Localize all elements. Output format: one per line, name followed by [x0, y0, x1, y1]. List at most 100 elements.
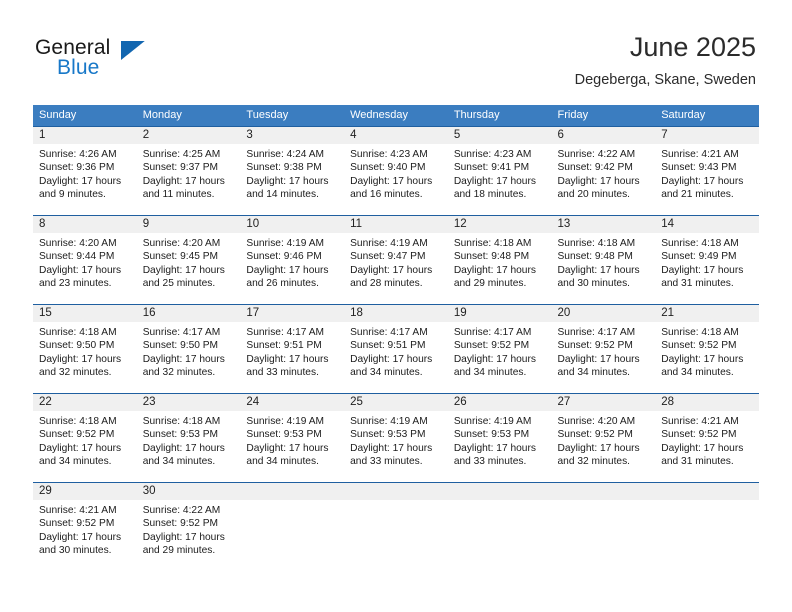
sunrise-text: Sunrise: 4:22 AM — [142, 505, 221, 516]
location-subtitle: Degeberga, Skane, Sweden — [574, 72, 756, 88]
daylight-text-line1: Daylight: 17 hours — [39, 531, 122, 543]
sunset-text: Sunset: 9:50 PM — [39, 340, 115, 352]
day-cell[interactable]: 21 Sunrise: 4:18 AM Sunset: 9:52 PM Dayligh… — [655, 304, 759, 394]
day-cell[interactable]: 1 Sunrise: 4:26 AM Sunset: 9:36 PM Daylight… — [33, 126, 137, 216]
daylight-text-line1: Daylight: 17 hours — [453, 264, 536, 276]
day-cell[interactable]: 16 Sunrise: 4:17 AM Sunset: 9:50 PM Dayligh… — [136, 304, 241, 394]
day-number: 9 — [136, 216, 241, 233]
sunset-text: Sunset: 9:36 PM — [39, 162, 115, 174]
sunset-text: Sunset: 9:40 PM — [350, 162, 426, 174]
day-cell[interactable]: 30 Sunrise: 4:22 AM Sunset: 9:52 PM Dayligh… — [136, 482, 241, 571]
day-cell[interactable]: 8 Sunrise: 4:20 AM Sunset: 9:44 PM Daylight… — [33, 215, 137, 305]
daylight-text-line2: and 33 minutes. — [350, 455, 423, 467]
sunset-text: Sunset: 9:37 PM — [142, 162, 219, 174]
daylight-text-line2: and 21 minutes. — [661, 188, 734, 200]
day-cell[interactable]: 17 Sunrise: 4:17 AM Sunset: 9:51 PM Dayligh… — [240, 304, 345, 394]
day-cell[interactable]: 19 Sunrise: 4:17 AM Sunset: 9:52 PM Dayligh… — [447, 304, 552, 394]
sunrise-text: Sunrise: 4:18 AM — [39, 327, 117, 338]
day-cell[interactable]: 15 Sunrise: 4:18 AM Sunset: 9:50 PM Dayligh… — [33, 304, 137, 394]
day-cell[interactable]: 23 Sunrise: 4:18 AM Sunset: 9:53 PM Dayligh… — [136, 393, 241, 483]
day-number: 7 — [655, 127, 759, 144]
day-cell[interactable]: 5 Sunrise: 4:23 AM Sunset: 9:41 PM Daylight… — [447, 126, 552, 216]
day-cell[interactable]: 27 Sunrise: 4:20 AM Sunset: 9:52 PM Dayligh… — [551, 393, 656, 483]
daylight-text-line2: and 16 minutes. — [350, 188, 423, 200]
sunrise-text: Sunrise: 4:18 AM — [661, 238, 739, 249]
day-cell[interactable]: 20 Sunrise: 4:17 AM Sunset: 9:52 PM Dayligh… — [551, 304, 656, 394]
sunrise-text: Sunrise: 4:26 AM — [39, 149, 117, 160]
day-number: 1 — [33, 127, 137, 144]
day-number — [551, 483, 656, 500]
day-cell-empty — [344, 482, 448, 571]
day-cell[interactable]: 26 Sunrise: 4:19 AM Sunset: 9:53 PM Dayligh… — [447, 393, 552, 483]
daylight-text-line2: and 23 minutes. — [39, 277, 112, 289]
sunset-text: Sunset: 9:52 PM — [39, 429, 115, 441]
day-cell[interactable]: 12 Sunrise: 4:18 AM Sunset: 9:48 PM Dayligh… — [447, 215, 552, 305]
day-details: Sunrise: 4:20 AM Sunset: 9:52 PM Daylight:… — [552, 411, 656, 468]
day-details: Sunrise: 4:17 AM Sunset: 9:51 PM Daylight:… — [240, 322, 344, 379]
day-number: 30 — [136, 483, 241, 500]
day-cell[interactable]: 9 Sunrise: 4:20 AM Sunset: 9:45 PM Daylight… — [136, 215, 241, 305]
day-cell[interactable]: 18 Sunrise: 4:17 AM Sunset: 9:51 PM Dayligh… — [344, 304, 448, 394]
day-details: Sunrise: 4:21 AM Sunset: 9:52 PM Daylight:… — [33, 500, 137, 557]
daylight-text-line1: Daylight: 17 hours — [453, 175, 536, 187]
day-cell[interactable]: 29 Sunrise: 4:21 AM Sunset: 9:52 PM Dayligh… — [33, 482, 137, 571]
day-cell[interactable]: 11 Sunrise: 4:19 AM Sunset: 9:47 PM Dayligh… — [344, 215, 448, 305]
logo-text-blue: Blue — [57, 56, 100, 79]
day-number — [240, 483, 345, 500]
day-number: 21 — [655, 305, 759, 322]
day-cell[interactable]: 6 Sunrise: 4:22 AM Sunset: 9:42 PM Daylight… — [551, 126, 656, 216]
weekday-header-row: Sunday Monday Tuesday Wednesday Thursday… — [33, 105, 759, 127]
day-details: Sunrise: 4:17 AM Sunset: 9:52 PM Daylight:… — [448, 322, 552, 379]
daylight-text-line2: and 20 minutes. — [557, 188, 631, 200]
day-cell[interactable]: 25 Sunrise: 4:19 AM Sunset: 9:53 PM Dayligh… — [344, 393, 448, 483]
sunrise-text: Sunrise: 4:17 AM — [142, 327, 221, 338]
day-number: 11 — [344, 216, 448, 233]
daylight-text-line1: Daylight: 17 hours — [39, 442, 122, 454]
daylight-text-line1: Daylight: 17 hours — [453, 353, 536, 365]
daylight-text-line2: and 30 minutes. — [39, 544, 112, 556]
day-cell[interactable]: 24 Sunrise: 4:19 AM Sunset: 9:53 PM Dayligh… — [240, 393, 345, 483]
day-cell[interactable]: 10 Sunrise: 4:19 AM Sunset: 9:46 PM Dayligh… — [240, 215, 345, 305]
sunset-text: Sunset: 9:51 PM — [246, 340, 322, 352]
day-number: 24 — [240, 394, 345, 411]
sunrise-text: Sunrise: 4:19 AM — [350, 416, 428, 427]
daylight-text-line2: and 34 minutes. — [453, 366, 527, 378]
day-cell[interactable]: 7 Sunrise: 4:21 AM Sunset: 9:43 PM Daylight… — [655, 126, 759, 216]
daylight-text-line1: Daylight: 17 hours — [350, 175, 433, 187]
day-number: 22 — [33, 394, 137, 411]
day-cell[interactable]: 28 Sunrise: 4:21 AM Sunset: 9:52 PM Dayligh… — [655, 393, 759, 483]
daylight-text-line2: and 25 minutes. — [142, 277, 216, 289]
calendar-week-row: 29 Sunrise: 4:21 AM Sunset: 9:52 PM Dayligh… — [33, 482, 759, 571]
day-details: Sunrise: 4:22 AM Sunset: 9:52 PM Daylight:… — [137, 500, 241, 557]
day-cell[interactable]: 22 Sunrise: 4:18 AM Sunset: 9:52 PM Dayligh… — [33, 393, 137, 483]
day-number: 23 — [136, 394, 241, 411]
day-cell[interactable]: 13 Sunrise: 4:18 AM Sunset: 9:48 PM Dayligh… — [551, 215, 656, 305]
day-number: 17 — [240, 305, 345, 322]
daylight-text-line2: and 9 minutes. — [39, 188, 106, 200]
day-details: Sunrise: 4:25 AM Sunset: 9:37 PM Daylight:… — [137, 144, 241, 201]
day-details: Sunrise: 4:18 AM Sunset: 9:49 PM Daylight:… — [655, 233, 759, 290]
day-details: Sunrise: 4:17 AM Sunset: 9:50 PM Daylight:… — [137, 322, 241, 379]
sunrise-text: Sunrise: 4:23 AM — [350, 149, 428, 160]
weekday-header-friday: Friday — [551, 105, 656, 127]
day-number: 4 — [344, 127, 448, 144]
general-blue-logo[interactable]: General Blue — [35, 36, 165, 84]
daylight-text-line1: Daylight: 17 hours — [142, 175, 225, 187]
sunrise-text: Sunrise: 4:21 AM — [39, 505, 117, 516]
day-details: Sunrise: 4:19 AM Sunset: 9:47 PM Daylight:… — [344, 233, 448, 290]
sunrise-text: Sunrise: 4:19 AM — [246, 238, 324, 249]
daylight-text-line1: Daylight: 17 hours — [142, 531, 225, 543]
daylight-text-line2: and 31 minutes. — [661, 455, 734, 467]
day-cell[interactable]: 2 Sunrise: 4:25 AM Sunset: 9:37 PM Daylight… — [136, 126, 241, 216]
day-cell[interactable]: 4 Sunrise: 4:23 AM Sunset: 9:40 PM Daylight… — [344, 126, 448, 216]
day-number: 27 — [551, 394, 656, 411]
day-number: 25 — [344, 394, 448, 411]
daylight-text-line2: and 32 minutes. — [557, 455, 631, 467]
daylight-text-line2: and 31 minutes. — [661, 277, 734, 289]
weekday-header-monday: Monday — [136, 105, 241, 127]
day-details: Sunrise: 4:18 AM Sunset: 9:53 PM Daylight:… — [137, 411, 241, 468]
day-cell[interactable]: 3 Sunrise: 4:24 AM Sunset: 9:38 PM Daylight… — [240, 126, 345, 216]
day-details: Sunrise: 4:18 AM Sunset: 9:52 PM Daylight:… — [655, 322, 759, 379]
day-cell[interactable]: 14 Sunrise: 4:18 AM Sunset: 9:49 PM Dayligh… — [655, 215, 759, 305]
daylight-text-line1: Daylight: 17 hours — [246, 264, 329, 276]
